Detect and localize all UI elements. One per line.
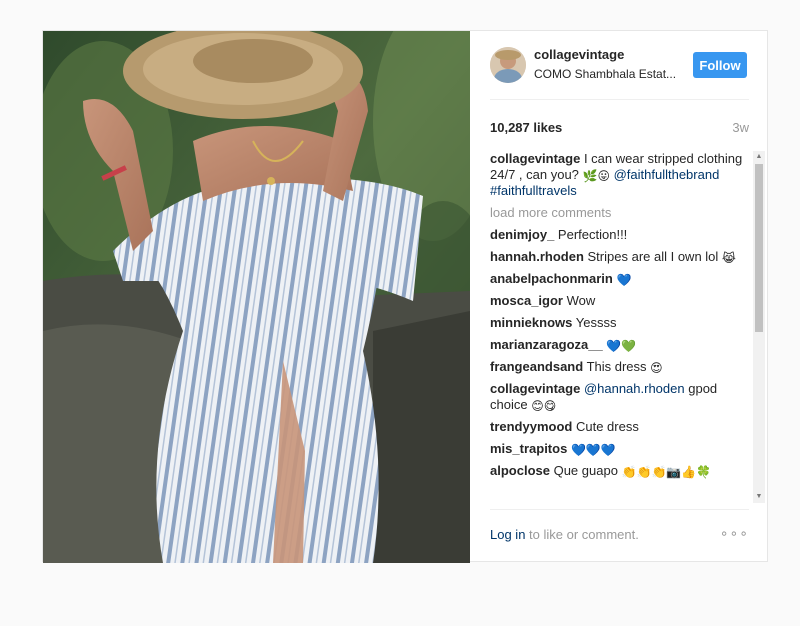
comment-username[interactable]: alpoclose [490,463,550,478]
caption-username[interactable]: collagevintage [490,151,580,166]
post-sidebar: collagevintage COMO Shambhala Estat... F… [470,31,769,563]
header-location[interactable]: COMO Shambhala Estat... [534,67,684,81]
login-link[interactable]: Log in [490,527,525,542]
login-prompt: Log in to like or comment. [490,527,639,542]
comment-item: trendyymood Cute dress [490,419,748,435]
follow-button[interactable]: Follow [693,52,747,78]
post-card: collagevintage COMO Shambhala Estat... F… [42,30,769,563]
comment-username[interactable]: trendyymood [490,419,572,434]
comment-username[interactable]: frangeandsand [490,359,583,374]
caption-emoji: 🌿😛 [582,169,610,183]
login-prompt-text: to like or comment. [525,527,639,542]
comment-emoji: 😍 [650,361,663,375]
comment-text: Stripes are all I own lol [587,249,719,264]
comment-username[interactable]: mosca_igor [490,293,563,308]
comment-emoji: 💙💙💙 [570,443,616,457]
comment-emoji: 💙 [616,273,632,287]
avatar[interactable] [490,47,526,83]
header-divider [490,99,749,100]
scrollbar-thumb[interactable] [755,164,763,332]
comment-emoji: 😹 [721,251,736,265]
scroll-up-arrow-icon[interactable]: ▲ [753,151,765,163]
load-more-comments[interactable]: load more comments [490,205,748,221]
post-photo[interactable] [43,31,470,563]
comments-list: collagevintage I can wear stripped cloth… [490,151,748,503]
caption-hashtag[interactable]: #faithfulltravels [490,183,577,198]
comment-item: anabelpachonmarin 💙 [490,271,748,287]
comment-username[interactable]: denimjoy_ [490,227,554,242]
comment-emoji: 👏👏👏📷👍🍀 [621,465,712,479]
header-username[interactable]: collagevintage [534,47,624,62]
comment-username[interactable]: anabelpachonmarin [490,271,613,286]
comment-item: minnieknows Yessss [490,315,748,331]
post-header: collagevintage COMO Shambhala Estat... F… [470,31,769,99]
caption: collagevintage I can wear stripped cloth… [490,151,748,199]
comment-username[interactable]: mis_trapitos [490,441,567,456]
comment-item: mis_trapitos 💙💙💙 [490,441,748,457]
comment-username[interactable]: hannah.rhoden [490,249,584,264]
footer-divider [490,509,749,510]
comment-mention[interactable]: @hannah.rhoden [584,381,685,396]
comment-item: marianzaragoza__ 💙💚 [490,337,748,353]
comment-text: Wow [566,293,596,308]
comment-item: hannah.rhoden Stripes are all I own lol … [490,249,748,265]
comment-username[interactable]: minnieknows [490,315,572,330]
likes-count[interactable]: 10,287 likes [490,120,562,135]
comment-item: denimjoy_ Perfection!!! [490,227,748,243]
comment-username[interactable]: collagevintage [490,381,580,396]
comments-scrollbar[interactable]: ▲ ▼ [753,151,765,503]
ellipsis-icon[interactable]: ∘∘∘ [720,525,749,542]
comment-text: This dress [586,359,647,374]
comment-text: Cute dress [575,419,639,434]
comment-text: Yessss [575,315,617,330]
comment-item: collagevintage @hannah.rhoden gpod choic… [490,381,748,413]
comment-username[interactable]: marianzaragoza__ [490,337,603,352]
post-age[interactable]: 3w [732,120,749,135]
avatar-image [490,47,526,83]
comment-item: alpoclose Que guapo 👏👏👏📷👍🍀 [490,463,748,479]
comment-text: Que guapo [553,463,618,478]
comment-emoji: 😊😋 [531,399,557,413]
comment-item: mosca_igor Wow [490,293,748,309]
caption-mention[interactable]: @faithfullthebrand [614,167,720,182]
comment-emoji: 💙💚 [606,339,637,353]
comment-text: Perfection!!! [557,227,628,242]
photo-image [43,31,470,563]
comment-item: frangeandsand This dress 😍 [490,359,748,375]
scroll-down-arrow-icon[interactable]: ▼ [753,491,765,503]
